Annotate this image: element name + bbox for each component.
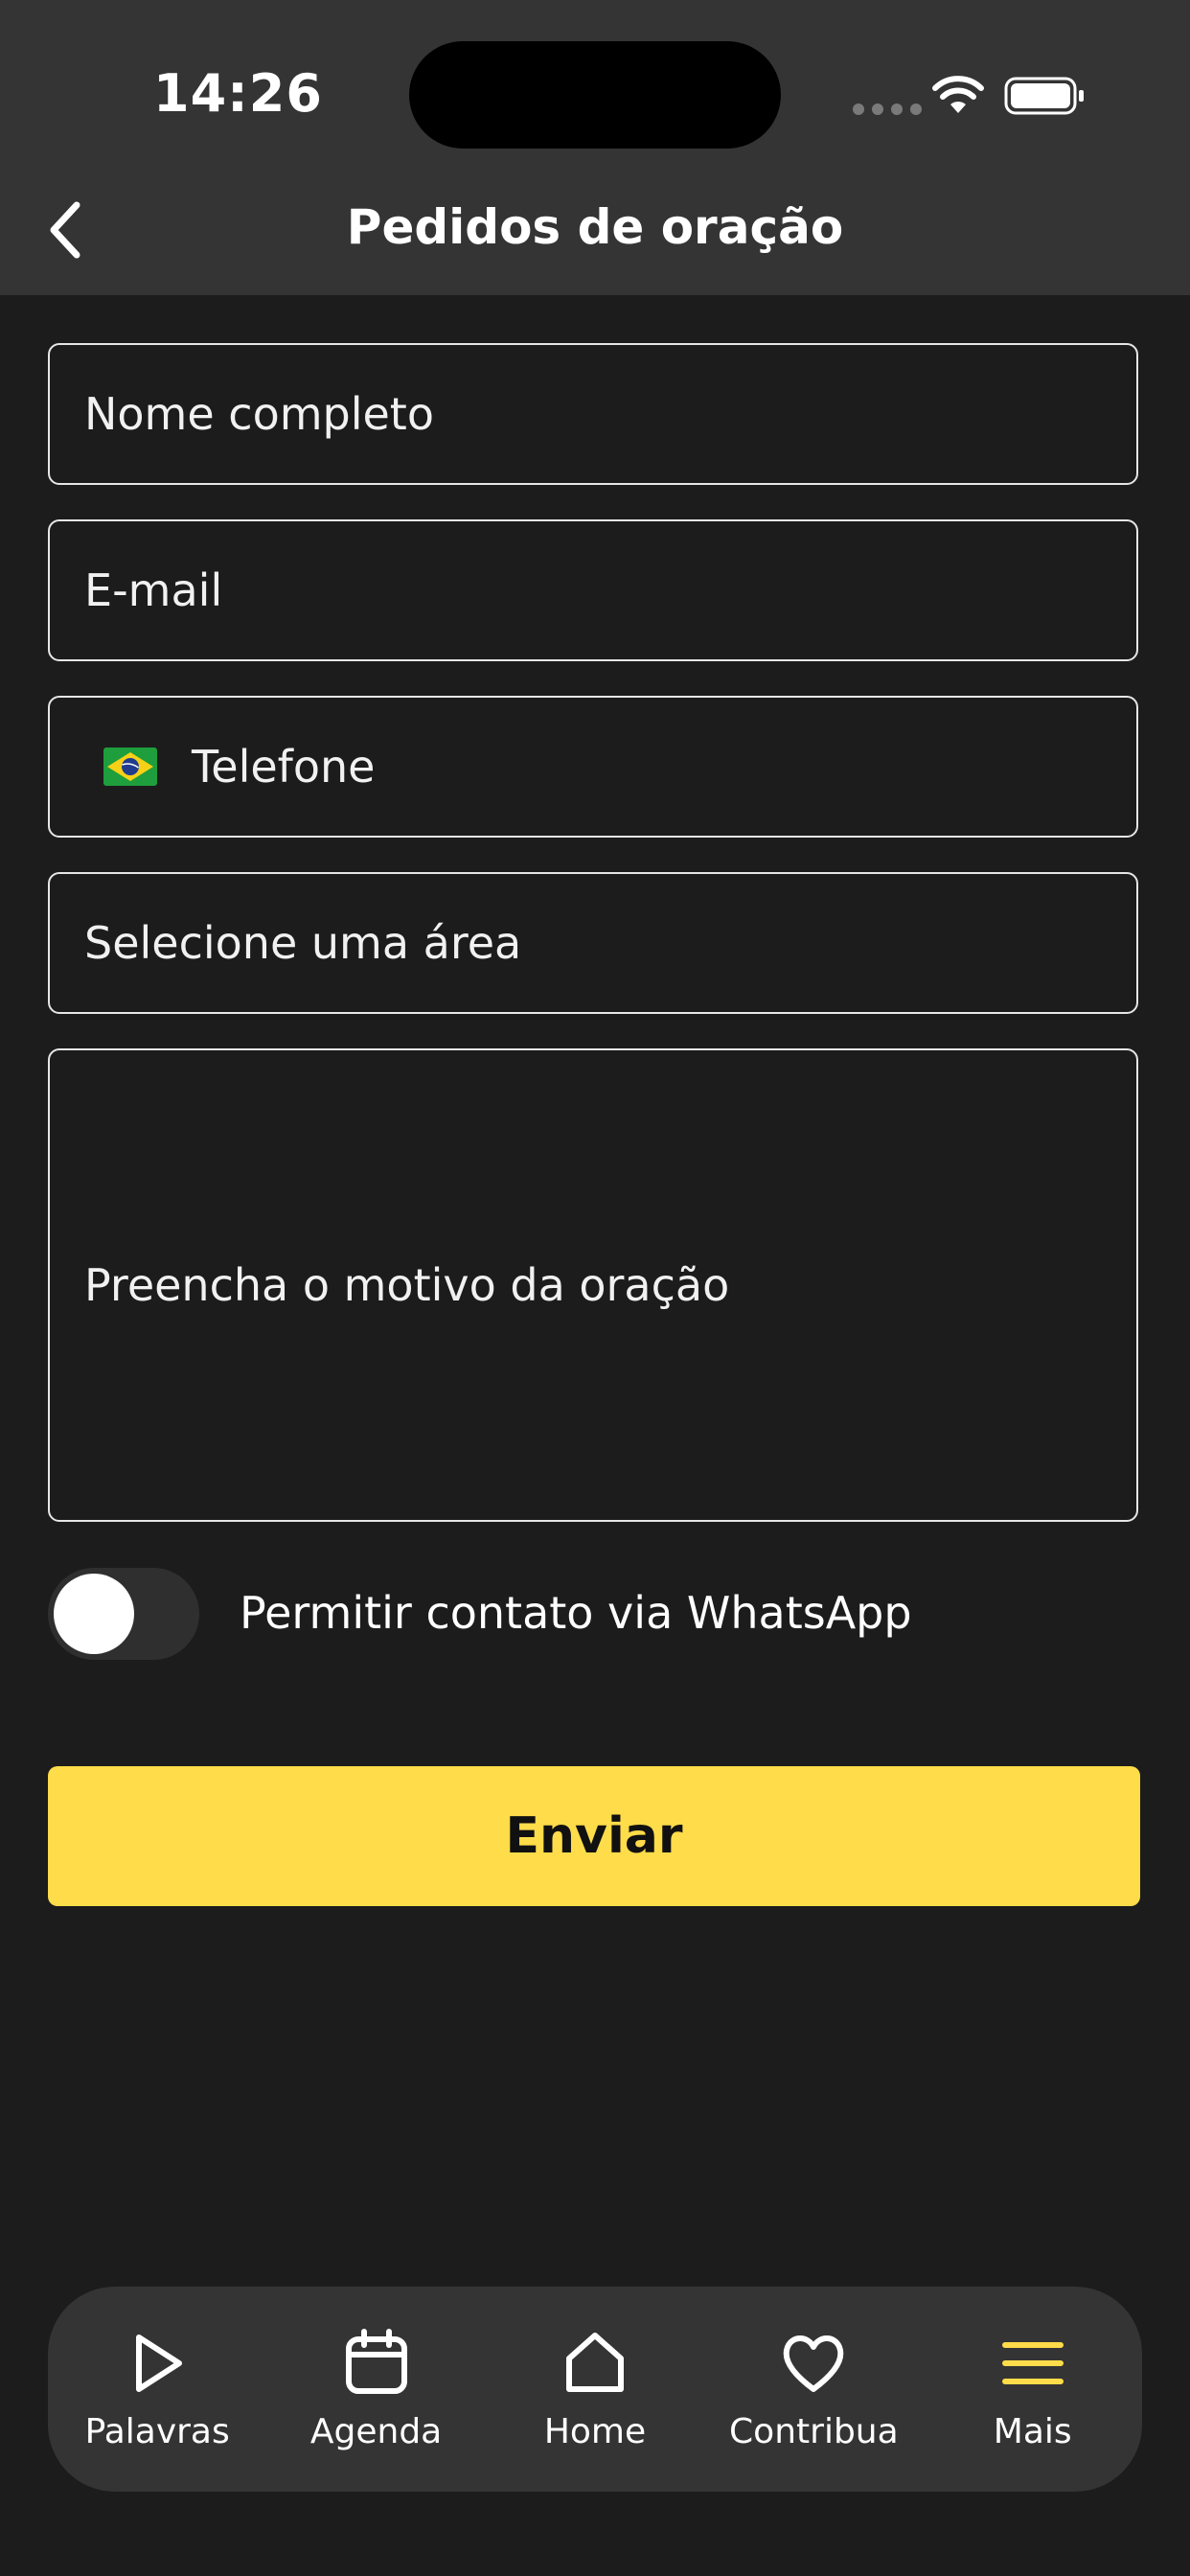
toggle-knob	[54, 1574, 134, 1654]
cellular-signal-icon	[853, 104, 922, 115]
tab-label: Mais	[993, 2411, 1072, 2451]
whatsapp-contact-label: Permitir contato via WhatsApp	[240, 1587, 912, 1639]
email-input[interactable]: E-mail	[48, 519, 1138, 661]
calendar-icon	[345, 2328, 407, 2394]
home-icon	[565, 2332, 624, 2392]
tab-label: Agenda	[309, 2411, 443, 2451]
full-name-input[interactable]: Nome completo	[48, 343, 1138, 485]
phone-placeholder: Telefone	[192, 741, 376, 793]
heart-icon	[784, 2334, 844, 2392]
prayer-reason-placeholder: Preencha o motivo da oração	[84, 1259, 730, 1311]
tab-palavras[interactable]: Palavras	[52, 2328, 263, 2451]
menu-icon	[1001, 2341, 1064, 2384]
tab-agenda[interactable]: Agenda	[271, 2328, 482, 2451]
area-placeholder: Selecione uma área	[84, 917, 522, 969]
area-select[interactable]: Selecione uma área	[48, 872, 1138, 1014]
status-time: 14:26	[153, 63, 323, 124]
bottom-tab-bar: Palavras Agenda Home Contribua Mais	[48, 2287, 1142, 2492]
play-icon	[136, 2334, 183, 2392]
app-header: 14:26 Pedidos de oração	[0, 0, 1190, 295]
tab-home[interactable]: Home	[490, 2328, 700, 2451]
email-placeholder: E-mail	[84, 564, 223, 616]
prayer-reason-textarea[interactable]: Preencha o motivo da oração	[48, 1048, 1138, 1522]
dynamic-island	[409, 41, 781, 149]
brazil-flag-icon[interactable]	[103, 748, 157, 786]
tab-label: Palavras	[84, 2411, 230, 2451]
tab-label: Home	[543, 2411, 647, 2451]
whatsapp-contact-toggle[interactable]	[48, 1568, 199, 1660]
full-name-placeholder: Nome completo	[84, 388, 434, 440]
submit-button[interactable]: Enviar	[48, 1766, 1140, 1906]
phone-input[interactable]: Telefone	[48, 696, 1138, 838]
wifi-icon	[932, 76, 984, 113]
battery-icon	[1004, 77, 1084, 115]
tab-label: Contribua	[729, 2411, 899, 2451]
tab-contribua[interactable]: Contribua	[708, 2328, 919, 2451]
tab-mais[interactable]: Mais	[927, 2328, 1138, 2451]
page-title: Pedidos de oração	[346, 199, 844, 255]
